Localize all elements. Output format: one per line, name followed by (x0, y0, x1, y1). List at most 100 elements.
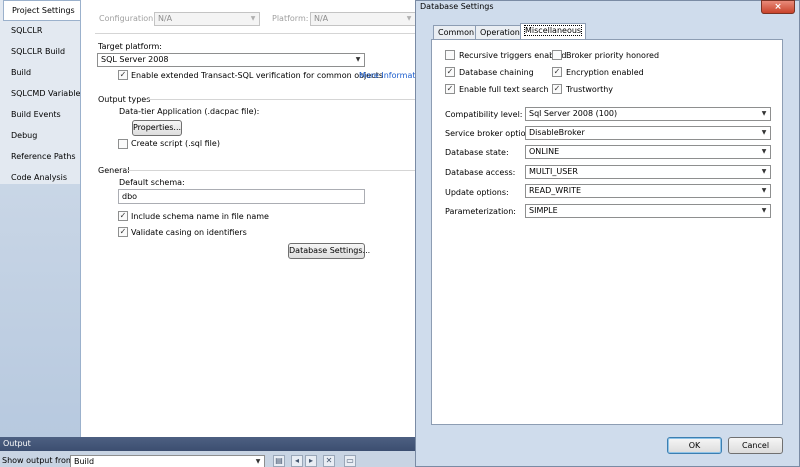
divider (146, 99, 416, 100)
service-broker-value: DisableBroker (529, 128, 585, 137)
check-mark-icon: ✓ (119, 211, 127, 220)
include-schema-checkbox[interactable]: ✓ (118, 211, 128, 221)
service-broker-label: Service broker options: (445, 129, 538, 138)
find-previous-icon[interactable]: ◂ (291, 455, 303, 467)
tab-sqlclr[interactable]: SQLCLR (0, 21, 80, 42)
dropdown-arrow-icon: ▼ (406, 15, 412, 22)
update-options-value: READ_WRITE (529, 186, 582, 195)
check-mark-icon: ✓ (553, 67, 561, 76)
default-schema-label: Default schema: (119, 178, 185, 187)
target-platform-label: Target platform: (98, 42, 162, 51)
tab-debug[interactable]: Debug (0, 126, 80, 147)
create-script-label: Create script (.sql file) (131, 139, 220, 148)
include-schema-label: Include schema name in file name (131, 212, 269, 221)
divider (95, 33, 417, 34)
tab-sqlclr-build[interactable]: SQLCLR Build (0, 42, 80, 63)
configuration-value: N/A (158, 14, 173, 23)
divider (126, 170, 416, 171)
recursive-triggers-checkbox[interactable] (445, 50, 455, 60)
dropdown-arrow-icon: ▼ (355, 56, 361, 63)
validate-casing-label: Validate casing on identifiers (131, 228, 247, 237)
show-output-label: Show output from: (2, 456, 77, 465)
service-broker-combo[interactable]: DisableBroker ▼ (525, 126, 771, 140)
check-mark-icon: ✓ (446, 84, 454, 93)
dropdown-arrow-icon: ▼ (761, 129, 767, 136)
configuration-combo[interactable]: N/A ▼ (154, 12, 260, 26)
tab-build[interactable]: Build (0, 63, 80, 84)
default-schema-value: dbo (122, 192, 138, 201)
clear-all-icon[interactable]: ✕ (323, 455, 335, 467)
platform-value: N/A (314, 14, 329, 23)
configuration-label: Configuration: (99, 14, 156, 23)
compatibility-value: Sql Server 2008 (100) (529, 109, 618, 118)
tab-code-analysis[interactable]: Code Analysis (0, 168, 80, 189)
update-options-label: Update options: (445, 188, 509, 197)
project-settings-page: Configuration: N/A ▼ Platform: N/A ▼ Tar… (80, 0, 423, 437)
database-settings-dialog: Database Settings × Common Operational M… (415, 0, 800, 467)
database-chaining-label: Database chaining (459, 68, 534, 77)
tab-label: Project Settings (12, 6, 75, 15)
create-script-checkbox[interactable] (118, 139, 128, 149)
go-to-message-icon[interactable]: ▤ (273, 455, 285, 467)
tab-miscellaneous[interactable]: Miscellaneous (520, 23, 587, 40)
find-next-icon[interactable]: ▸ (305, 455, 317, 467)
show-output-combo[interactable]: Build ▼ (70, 455, 265, 467)
broker-priority-label: Broker priority honored (566, 51, 660, 60)
full-text-search-checkbox[interactable]: ✓ (445, 84, 455, 94)
tab-reference-paths[interactable]: Reference Paths (0, 147, 80, 168)
update-options-combo[interactable]: READ_WRITE ▼ (525, 184, 771, 198)
tab-label: Code Analysis (11, 173, 67, 182)
dropdown-arrow-icon: ▼ (761, 110, 767, 117)
enable-tsql-label: Enable extended Transact-SQL verificatio… (131, 71, 384, 80)
ok-button[interactable]: OK (667, 437, 722, 454)
show-output-value: Build (74, 457, 95, 466)
tab-sqlcmd-variables[interactable]: SQLCMD Variables (0, 84, 85, 105)
word-wrap-icon[interactable]: ▭ (344, 455, 356, 467)
validate-casing-checkbox[interactable]: ✓ (118, 227, 128, 237)
tab-label: Build (11, 68, 32, 77)
tab-label: SQLCMD Variables (11, 89, 85, 98)
compatibility-label: Compatibility level: (445, 110, 523, 119)
data-tier-label: Data-tier Application (.dacpac file): (119, 107, 260, 116)
database-access-combo[interactable]: MULTI_USER ▼ (525, 165, 771, 179)
recursive-triggers-label: Recursive triggers enabled (459, 51, 567, 60)
database-settings-button[interactable]: Database Settings... (288, 243, 370, 259)
output-title: Output (3, 439, 31, 448)
dropdown-arrow-icon: ▼ (761, 168, 767, 175)
tab-label: Debug (11, 131, 38, 140)
tab-label: Reference Paths (11, 152, 76, 161)
default-schema-input[interactable]: dbo (118, 189, 365, 204)
settings-tab-strip: Project Settings SQLCLR SQLCLR Build Bui… (0, 0, 85, 437)
encryption-checkbox[interactable]: ✓ (552, 67, 562, 77)
properties-button[interactable]: Properties... (132, 120, 182, 136)
close-icon[interactable]: × (761, 0, 795, 14)
tab-common[interactable]: Common (433, 25, 480, 39)
tab-project-settings[interactable]: Project Settings (3, 0, 83, 21)
tab-label: SQLCLR (11, 26, 43, 35)
tab-label: Miscellaneous (523, 25, 583, 36)
database-chaining-checkbox[interactable]: ✓ (445, 67, 455, 77)
database-state-label: Database state: (445, 148, 509, 157)
platform-combo[interactable]: N/A ▼ (310, 12, 416, 26)
compatibility-combo[interactable]: Sql Server 2008 (100) ▼ (525, 107, 771, 121)
more-information-link[interactable]: More Informatio (359, 71, 423, 80)
encryption-label: Encryption enabled (566, 68, 644, 77)
database-state-combo[interactable]: ONLINE ▼ (525, 145, 771, 159)
database-access-label: Database access: (445, 168, 516, 177)
target-platform-combo[interactable]: SQL Server 2008 ▼ (97, 53, 365, 67)
miscellaneous-panel: Recursive triggers enabled Broker priori… (431, 39, 783, 425)
tab-build-events[interactable]: Build Events (0, 105, 80, 126)
enable-tsql-checkbox[interactable]: ✓ (118, 70, 128, 80)
cancel-button[interactable]: Cancel (728, 437, 783, 454)
general-label: General (98, 166, 130, 175)
broker-priority-checkbox[interactable] (552, 50, 562, 60)
tab-label: Build Events (11, 110, 61, 119)
tab-strip-background (0, 184, 80, 437)
dropdown-arrow-icon: ▼ (761, 207, 767, 214)
output-pane: Output Show output from: Build ▼ ▤ ◂ ▸ ✕… (0, 437, 420, 467)
parameterization-combo[interactable]: SIMPLE ▼ (525, 204, 771, 218)
platform-label: Platform: (272, 14, 309, 23)
trustworthy-checkbox[interactable]: ✓ (552, 84, 562, 94)
check-mark-icon: ✓ (446, 67, 454, 76)
output-types-label: Output types (98, 95, 151, 104)
